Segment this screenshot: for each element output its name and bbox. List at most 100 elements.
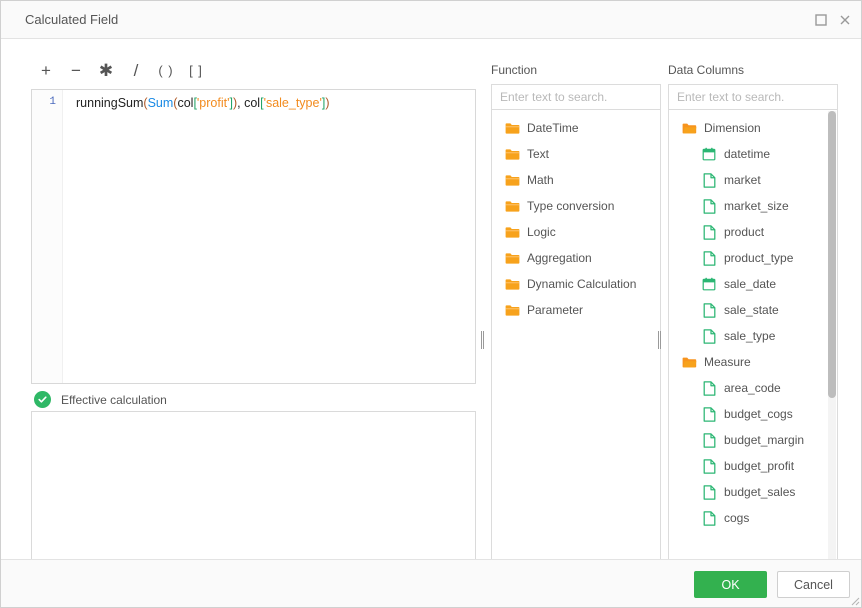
text-field-icon <box>701 458 717 474</box>
column-item-sale-date[interactable]: sale_date <box>669 271 837 297</box>
splitter-function-columns[interactable] <box>656 94 663 576</box>
plus-operator[interactable]: + <box>31 59 61 81</box>
column-item-market[interactable]: market <box>669 167 837 193</box>
column-item-product-type[interactable]: product_type <box>669 245 837 271</box>
calendar-icon <box>701 146 717 162</box>
dialog-titlebar: Calculated Field <box>1 1 861 39</box>
text-field-icon <box>701 198 717 214</box>
folder-icon <box>504 172 520 188</box>
text-field-icon <box>701 510 717 526</box>
column-item-budget-margin[interactable]: budget_margin <box>669 427 837 453</box>
tree-item-label: product <box>724 225 765 239</box>
column-item-area-code[interactable]: area_code <box>669 375 837 401</box>
parentheses-operator[interactable]: ( ) <box>151 59 181 81</box>
folder-icon <box>504 146 520 162</box>
close-icon[interactable] <box>836 11 854 29</box>
column-item-market-size[interactable]: market_size <box>669 193 837 219</box>
column-item-measure[interactable]: Measure <box>669 349 837 375</box>
column-item-budget-sales[interactable]: budget_sales <box>669 479 837 505</box>
scrollbar-thumb[interactable] <box>828 111 836 399</box>
function-item-text[interactable]: Text <box>492 141 660 167</box>
folder-open-icon <box>681 120 697 136</box>
tree-item-label: cogs <box>724 511 750 525</box>
text-field-icon <box>701 484 717 500</box>
folder-icon <box>504 302 520 318</box>
result-preview-panel <box>31 411 476 576</box>
text-field-icon <box>701 328 717 344</box>
data-columns-list[interactable]: Dimension datetime market market_sizeproduc… <box>668 109 838 576</box>
dialog-title: Calculated Field <box>25 12 119 27</box>
multiply-operator[interactable]: ✱ <box>91 59 121 81</box>
text-field-icon <box>701 250 717 266</box>
column-item-product[interactable]: product <box>669 219 837 245</box>
data-columns-search-input[interactable] <box>668 84 838 109</box>
minus-operator[interactable]: − <box>61 59 91 81</box>
brackets-operator[interactable]: [ ] <box>181 59 211 81</box>
column-item-datetime[interactable]: datetime <box>669 141 837 167</box>
resize-grip-icon[interactable] <box>848 594 860 606</box>
line-number: 1 <box>49 96 56 108</box>
formula-token: ) <box>325 96 330 110</box>
dialog-footer: OK Cancel <box>1 559 861 607</box>
column-item-dimension[interactable]: Dimension <box>669 115 837 141</box>
check-circle-icon <box>34 391 51 408</box>
text-field-icon <box>701 302 717 318</box>
validation-status-label: Effective calculation <box>61 392 167 407</box>
tree-item-label: Dynamic Calculation <box>527 277 637 291</box>
tree-item-label: sale_date <box>724 277 777 291</box>
tree-item-label: budget_sales <box>724 485 796 499</box>
cancel-button[interactable]: Cancel <box>777 571 850 598</box>
tree-item-label: sale_state <box>724 303 779 317</box>
function-item-aggregation[interactable]: Aggregation <box>492 245 660 271</box>
operator-toolbar: + − ✱ / ( ) [ ] <box>31 59 211 81</box>
tree-item-label: datetime <box>724 147 771 161</box>
folder-icon <box>504 224 520 240</box>
tree-item-label: product_type <box>724 251 794 265</box>
function-item-parameter[interactable]: Parameter <box>492 297 660 323</box>
maximize-icon[interactable] <box>812 11 830 29</box>
tree-item-label: Logic <box>527 225 556 239</box>
column-item-sale-state[interactable]: sale_state <box>669 297 837 323</box>
column-item-sale-type[interactable]: sale_type <box>669 323 837 349</box>
text-field-icon <box>701 224 717 240</box>
tree-item-label: budget_margin <box>724 433 805 447</box>
folder-icon <box>504 250 520 266</box>
function-item-dynamic-calculation[interactable]: Dynamic Calculation <box>492 271 660 297</box>
calculated-field-dialog: Calculated Field + − ✱ / ( ) [ ] 1 runni… <box>0 0 862 608</box>
function-item-type-conversion[interactable]: Type conversion <box>492 193 660 219</box>
column-item-cogs[interactable]: cogs <box>669 505 837 531</box>
tree-item-label: budget_profit <box>724 459 795 473</box>
function-list[interactable]: DateTime Text Math Type conversion Logic Aggr… <box>491 109 661 576</box>
function-item-datetime[interactable]: DateTime <box>492 115 660 141</box>
tree-item-label: Aggregation <box>527 251 592 265</box>
tree-item-label: Type conversion <box>527 199 615 213</box>
function-item-logic[interactable]: Logic <box>492 219 660 245</box>
formula-editor[interactable]: 1 runningSum(Sum(col['profit']), col['sa… <box>31 89 476 384</box>
function-panel-title: Function <box>491 63 538 77</box>
tree-item-label: Dimension <box>704 121 761 135</box>
folder-icon <box>504 198 520 214</box>
tree-item-label: area_code <box>724 381 781 395</box>
tree-item-label: Parameter <box>527 303 584 317</box>
data-columns-scrollbar[interactable] <box>828 111 836 574</box>
divide-operator[interactable]: / <box>121 59 151 81</box>
folder-icon <box>504 276 520 292</box>
tree-item-label: DateTime <box>527 121 579 135</box>
column-item-budget-profit[interactable]: budget_profit <box>669 453 837 479</box>
formula-token: 'profit' <box>196 96 230 110</box>
tree-item-label: Text <box>527 147 550 161</box>
splitter-grip-icon <box>657 331 662 349</box>
function-search-input[interactable] <box>491 84 661 109</box>
function-item-math[interactable]: Math <box>492 167 660 193</box>
formula-text[interactable]: runningSum(Sum(col['profit']), col['sale… <box>76 95 330 112</box>
splitter-editor-function[interactable] <box>479 94 486 576</box>
tree-item-label: Math <box>527 173 554 187</box>
dialog-body: + − ✱ / ( ) [ ] 1 runningSum(Sum(col['pr… <box>1 39 861 576</box>
data-columns-panel-title: Data Columns <box>668 63 745 77</box>
text-field-icon <box>701 406 717 422</box>
column-item-budget-cogs[interactable]: budget_cogs <box>669 401 837 427</box>
folder-open-icon <box>681 354 697 370</box>
ok-button[interactable]: OK <box>694 571 767 598</box>
calendar-icon <box>701 276 717 292</box>
formula-token: col <box>177 96 194 110</box>
